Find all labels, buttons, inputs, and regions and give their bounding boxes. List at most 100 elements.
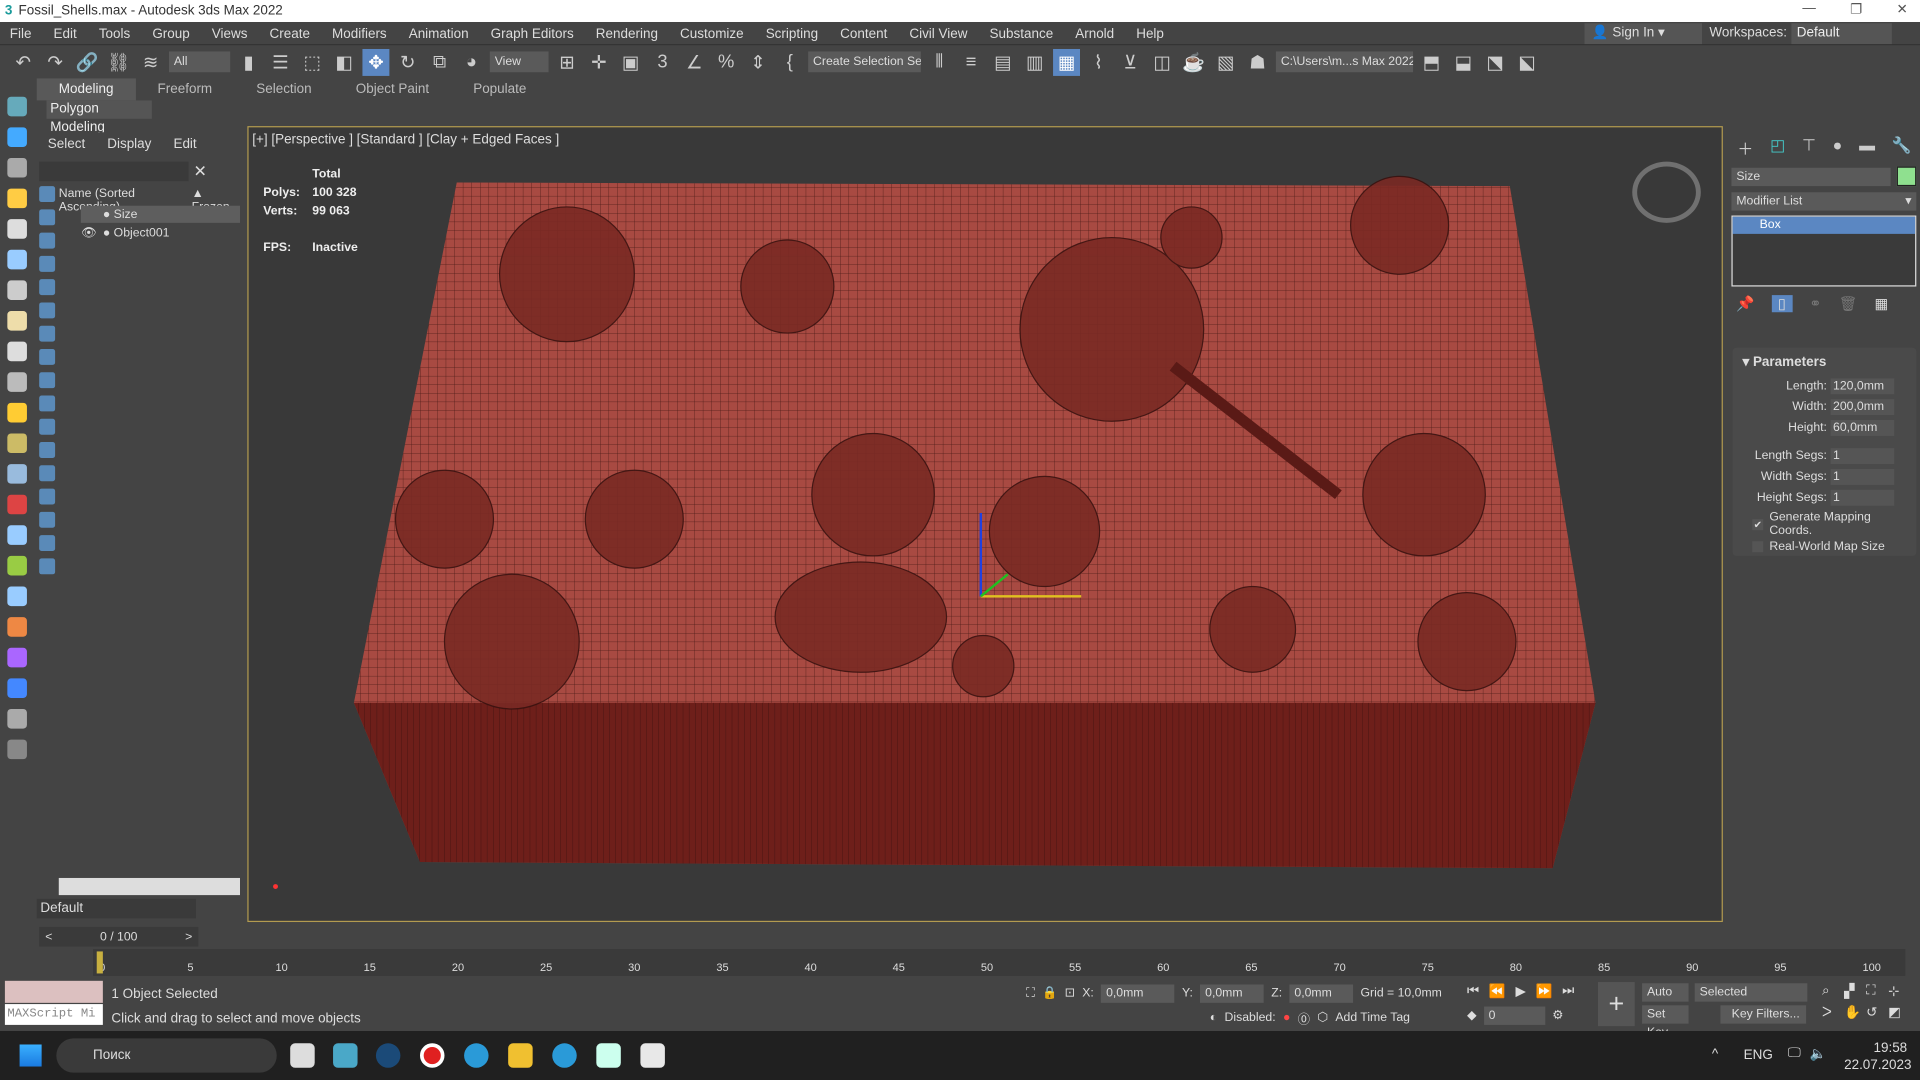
- param-spinner[interactable]: 1: [1830, 468, 1895, 485]
- menu-civil-view[interactable]: Civil View: [909, 26, 967, 41]
- menu-scripting[interactable]: Scripting: [766, 26, 818, 41]
- left-toolbar-icon[interactable]: [7, 586, 27, 607]
- left-toolbar-icon[interactable]: [7, 341, 27, 362]
- explorer-search-input[interactable]: [39, 161, 189, 182]
- next-frame-icon[interactable]: ⏩: [1536, 983, 1553, 999]
- explorer-menu-edit[interactable]: Edit: [173, 137, 196, 152]
- selection-lock-icon[interactable]: 🔒: [1042, 987, 1057, 1000]
- menu-animation[interactable]: Animation: [409, 26, 469, 41]
- explorer-scrollbar[interactable]: [58, 877, 240, 896]
- current-frame-input[interactable]: 0: [1483, 1006, 1545, 1025]
- time-config-icon[interactable]: ⚙: [1552, 1009, 1563, 1022]
- set-key-big-icon[interactable]: +: [1597, 982, 1635, 1027]
- clock-time[interactable]: 19:58: [1873, 1041, 1907, 1056]
- left-toolbar-icon[interactable]: [7, 127, 27, 147]
- viewport-label[interactable]: [+] [Perspective ] [Standard ] [Clay + E…: [252, 132, 559, 147]
- param-spinner[interactable]: 120,0mm: [1830, 378, 1895, 395]
- scene-explorer-icon[interactable]: ▦: [1053, 48, 1080, 76]
- ribbon-tab-selection[interactable]: Selection: [234, 82, 334, 97]
- curve-editor-icon[interactable]: ⌇: [1085, 48, 1112, 75]
- y-coordinate-input[interactable]: 0,0mm: [1200, 984, 1264, 1003]
- menu-edit[interactable]: Edit: [54, 26, 77, 41]
- schematic-view-icon[interactable]: ⊻: [1117, 48, 1144, 75]
- render-icon[interactable]: ☗: [1244, 48, 1271, 75]
- project-icon-3[interactable]: ⬔: [1482, 48, 1509, 75]
- close-icon[interactable]: ✕: [1896, 1, 1907, 17]
- explorer-row[interactable]: ● Size: [80, 205, 240, 223]
- angle-snap-icon[interactable]: ∠: [681, 48, 708, 75]
- zoom-extents-all-icon[interactable]: ⊹: [1888, 983, 1910, 999]
- project-icon-4[interactable]: ⬕: [1513, 48, 1540, 75]
- modifier-list-dropdown[interactable]: Modifier List ▾: [1731, 192, 1917, 211]
- go-to-end-icon[interactable]: ⏭: [1562, 983, 1574, 999]
- snipping-tool-icon[interactable]: [640, 1043, 665, 1068]
- left-toolbar-icon[interactable]: [7, 402, 27, 423]
- auto-key-button[interactable]: Auto Key: [1642, 983, 1689, 1018]
- select-object-icon[interactable]: ▮: [235, 48, 262, 75]
- maximize-viewport-icon[interactable]: ◩: [1888, 1004, 1910, 1020]
- rect-selection-icon[interactable]: ⬚: [299, 48, 326, 75]
- next-frame-button[interactable]: >: [179, 930, 198, 943]
- volume-icon[interactable]: 🔈: [1810, 1046, 1827, 1062]
- task-view-icon[interactable]: [290, 1043, 315, 1068]
- project-path-dropdown[interactable]: C:\Users\m...s Max 2022: [1275, 51, 1414, 73]
- ribbon-tab-freeform[interactable]: Freeform: [135, 82, 234, 97]
- layer-dropdown[interactable]: Default: [36, 898, 196, 919]
- redo-icon[interactable]: ↷: [42, 48, 69, 75]
- keyboard-shortcut-icon[interactable]: ▣: [617, 48, 644, 75]
- param-spinner[interactable]: 60,0mm: [1830, 420, 1895, 436]
- left-toolbar-icon[interactable]: [7, 617, 27, 637]
- unlink-icon[interactable]: ⛓: [105, 48, 132, 75]
- remove-modifier-icon[interactable]: 🗑: [1839, 295, 1858, 312]
- left-toolbar-icon[interactable]: [7, 464, 27, 484]
- manipulate-icon[interactable]: ✛: [585, 48, 612, 75]
- menu-customize[interactable]: Customize: [680, 26, 744, 41]
- explorer-row[interactable]: 👁 ● Object001: [81, 224, 240, 241]
- language-indicator[interactable]: ENG: [1744, 1048, 1773, 1063]
- param-spinner[interactable]: 200,0mm: [1830, 399, 1895, 416]
- start-icon[interactable]: [19, 1044, 42, 1067]
- create-tab-icon[interactable]: ＋: [1737, 136, 1753, 159]
- percent-snap-icon[interactable]: %: [713, 48, 740, 75]
- generate-mapping-checkbox[interactable]: ✔ Generate Mapping Coords.: [1733, 511, 1917, 538]
- file-explorer-icon[interactable]: [508, 1043, 533, 1068]
- track-bar[interactable]: 0510152025303540455055606570758085909510…: [93, 948, 1906, 976]
- left-toolbar-icon[interactable]: [7, 219, 27, 239]
- make-unique-icon[interactable]: ⚭: [1809, 295, 1821, 312]
- record-icon[interactable]: ●: [1283, 1011, 1290, 1024]
- link-icon[interactable]: 🔗: [73, 48, 100, 75]
- menu-graph-editors[interactable]: Graph Editors: [491, 26, 574, 41]
- workspace-value[interactable]: Default: [1791, 23, 1893, 45]
- adaptive-degradation-icon[interactable]: ◐: [1210, 1011, 1217, 1024]
- menu-rendering[interactable]: Rendering: [596, 26, 658, 41]
- move-icon[interactable]: ✥: [362, 48, 390, 76]
- key-mode-icon[interactable]: ◆: [1467, 1009, 1476, 1022]
- left-toolbar-icon[interactable]: [7, 525, 27, 545]
- render-setup-icon[interactable]: ☕: [1180, 48, 1207, 75]
- minimize-icon[interactable]: —: [1802, 1, 1815, 17]
- utilities-tab-icon[interactable]: 🔧: [1892, 136, 1912, 159]
- perspective-viewport[interactable]: [+] [Perspective ] [Standard ] [Clay + E…: [247, 126, 1723, 923]
- ribbon-tab-populate[interactable]: Populate: [451, 82, 548, 97]
- menu-arnold[interactable]: Arnold: [1075, 26, 1114, 41]
- time-tag-icon[interactable]: ⬡: [1317, 1011, 1328, 1024]
- spinner-snap-icon[interactable]: ⇕: [744, 48, 771, 75]
- network-icon[interactable]: 🖵: [1788, 1046, 1801, 1062]
- explorer-menu-select[interactable]: Select: [48, 137, 85, 152]
- edge-icon[interactable]: [464, 1043, 489, 1068]
- left-toolbar-icon[interactable]: [7, 555, 27, 576]
- param-spinner[interactable]: 1: [1830, 448, 1895, 465]
- object-color-swatch[interactable]: [1896, 166, 1917, 187]
- window-crossing-icon[interactable]: ◧: [331, 48, 358, 75]
- x-coordinate-input[interactable]: 0,0mm: [1101, 984, 1175, 1003]
- add-time-tag-button[interactable]: Add Time Tag: [1335, 1011, 1410, 1024]
- key-filters-button[interactable]: Key Filters...: [1720, 1005, 1807, 1024]
- go-to-start-icon[interactable]: ⏮: [1467, 983, 1479, 999]
- visibility-icon[interactable]: 👁: [81, 226, 103, 239]
- object-name-input[interactable]: Size: [1731, 167, 1891, 187]
- real-world-map-checkbox[interactable]: Real-World Map Size: [1733, 535, 1917, 557]
- macro-recorder-icon[interactable]: ⓪: [1298, 1009, 1310, 1027]
- menu-views[interactable]: Views: [212, 26, 248, 41]
- menu-create[interactable]: Create: [270, 26, 310, 41]
- left-toolbar-icon[interactable]: [7, 647, 27, 668]
